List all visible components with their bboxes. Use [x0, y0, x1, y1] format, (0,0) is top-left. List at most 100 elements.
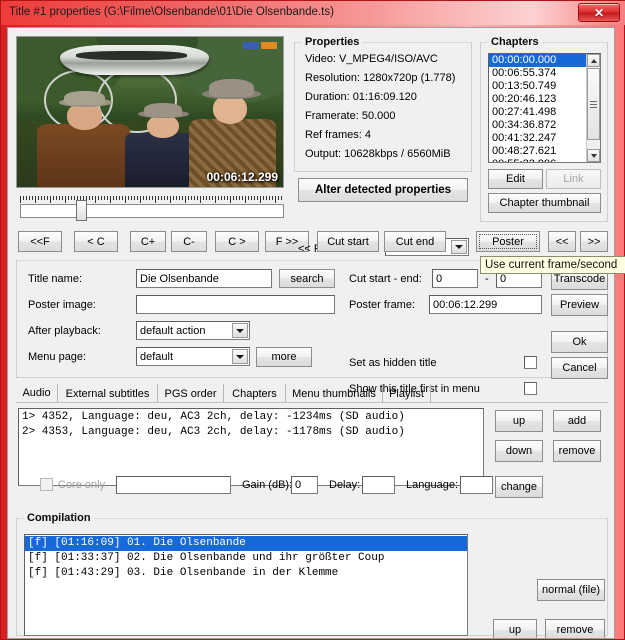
audio-add-button[interactable]: add [553, 410, 601, 432]
compilation-list-item[interactable]: [f] [01:16:09] 01. Die Olsenbande [25, 536, 467, 551]
title-name-input[interactable]: Die Olsenbande [136, 269, 272, 288]
ruler-tick [95, 196, 96, 203]
chevron-down-icon[interactable] [451, 240, 467, 254]
tooltip: Use current frame/second [480, 256, 625, 274]
chapter-list-item[interactable]: 00:34:36.872 [489, 119, 586, 132]
ruler-tick [272, 196, 273, 200]
ruler-tick [197, 196, 198, 200]
tab-strip: Audio External subtitles PGS order Chapters… [16, 384, 608, 403]
transport-button-next-chapter[interactable]: C > [215, 231, 259, 252]
delay-input[interactable] [362, 476, 395, 494]
chapter-edit-button[interactable]: Edit [488, 169, 543, 189]
cut-start-button[interactable]: Cut start [317, 231, 379, 252]
compilation-up-button[interactable]: up [493, 619, 537, 638]
video-preview[interactable]: 00:06:12.299 [16, 36, 284, 188]
ruler-tick [23, 196, 24, 200]
ok-button[interactable]: Ok [551, 331, 608, 353]
transport-button-chapter-remove[interactable]: C- [171, 231, 207, 252]
chapter-list-item[interactable]: 00:20:46.123 [489, 93, 586, 106]
ruler-tick [20, 196, 21, 203]
chapter-list-item[interactable]: 00:55:22.996 [489, 158, 586, 162]
poster-next-button[interactable]: >> [580, 231, 608, 252]
compilation-list-item[interactable]: [f] [01:33:37] 02. Die Olsenbande und ih… [25, 551, 467, 566]
after-playback-combobox[interactable]: default action [136, 321, 250, 340]
transport-button-prev-chapter[interactable]: < C [74, 231, 118, 252]
audio-down-button[interactable]: down [495, 440, 543, 462]
audio-remove-button[interactable]: remove [553, 440, 601, 462]
poster-frame-input[interactable]: 00:06:12.299 [429, 295, 542, 314]
properties-line-video: Video: V_MPEG4/ISO/AVC [305, 53, 438, 65]
chapter-list-item[interactable]: 00:00:00.000 [489, 54, 586, 67]
search-button[interactable]: search [279, 269, 335, 288]
hidden-title-checkbox[interactable] [524, 356, 537, 369]
chapter-list-item[interactable]: 00:13:50.749 [489, 80, 586, 93]
scroll-down-icon[interactable] [587, 149, 600, 162]
cut-start-input[interactable]: 0 [432, 269, 478, 288]
poster-image-input[interactable] [136, 295, 335, 314]
compilation-remove-button[interactable]: remove [545, 619, 605, 638]
hidden-title-label: Set as hidden title [349, 357, 437, 369]
close-icon: ✕ [593, 5, 605, 20]
audio-track-item[interactable]: 1> 4352, Language: deu, AC3 2ch, delay: … [19, 410, 483, 425]
transport-button-rewind-frame[interactable]: <<F [18, 231, 62, 252]
chapters-scrollbar[interactable] [586, 54, 600, 162]
chapters-listbox[interactable]: 00:00:00.000 00:06:55.374 00:13:50.749 00:2… [488, 53, 601, 163]
cut-end-button[interactable]: Cut end [384, 231, 446, 252]
ruler-tick [137, 196, 138, 200]
cancel-button[interactable]: Cancel [551, 357, 608, 379]
tab-external-subtitles[interactable]: External subtitles [58, 384, 158, 403]
chapter-thumbnail-button[interactable]: Chapter thumbnail [488, 193, 601, 213]
ruler-tick [38, 196, 39, 200]
compilation-listbox[interactable]: [f] [01:16:09] 01. Die Olsenbande [f] [01… [24, 534, 468, 636]
ruler-tick [215, 196, 216, 203]
audio-up-button[interactable]: up [495, 410, 543, 432]
chapter-list-item[interactable]: 00:27:41.498 [489, 106, 586, 119]
chapter-list-item[interactable]: 00:48:27.621 [489, 145, 586, 158]
poster-frame-label: Poster frame: [349, 299, 416, 311]
audio-name-input[interactable] [116, 476, 231, 494]
close-button[interactable]: ✕ [578, 3, 620, 22]
scroll-up-icon[interactable] [587, 54, 600, 67]
preview-button[interactable]: Preview [551, 294, 608, 316]
core-only-checkbox [40, 478, 53, 491]
audio-track-item[interactable]: 2> 4353, Language: deu, AC3 2ch, delay: … [19, 425, 483, 440]
ruler-tick [182, 196, 183, 200]
tab-pgs-order[interactable]: PGS order [158, 384, 224, 403]
ruler-tick [176, 196, 177, 200]
audio-tracks-listbox[interactable]: 1> 4352, Language: deu, AC3 2ch, delay: … [18, 408, 484, 486]
poster-button[interactable]: Poster [476, 231, 540, 252]
ruler-tick [92, 196, 93, 200]
properties-line-refframes: Ref frames: 4 [305, 129, 372, 141]
compilation-list-item[interactable]: [f] [01:43:29] 03. Die Olsenbande in der… [25, 566, 467, 581]
audio-language-input[interactable] [460, 476, 493, 494]
video-person-center-hat [144, 103, 183, 117]
alter-detected-properties-button[interactable]: Alter detected properties [298, 178, 468, 202]
ruler-tick [269, 196, 270, 200]
cut-range-separator: - [485, 273, 489, 285]
menu-page-value: default [140, 350, 174, 363]
seek-slider-thumb[interactable] [76, 200, 87, 221]
tab-menu-thumbnails[interactable]: Menu thumbnails [286, 384, 383, 403]
chevron-down-icon[interactable] [232, 349, 248, 364]
compilation-normal-file-button[interactable]: normal (file) [537, 579, 605, 601]
seek-slider-track[interactable] [20, 204, 284, 218]
ruler-tick [134, 196, 135, 200]
title-bar: Title #1 properties (G:\Filme\Olsenbande… [1, 1, 625, 25]
chapters-scrollbar-thumb[interactable] [587, 68, 600, 140]
ruler-tick [164, 196, 165, 200]
gain-input[interactable]: 0 [291, 476, 318, 494]
chapter-list-item[interactable]: 00:41:32.247 [489, 132, 586, 145]
tab-playlist[interactable]: Playlist [383, 384, 431, 403]
menu-page-combobox[interactable]: default [136, 347, 250, 366]
transport-button-chapter-add[interactable]: C+ [130, 231, 166, 252]
poster-prev-button[interactable]: << [548, 231, 576, 252]
ruler-tick [245, 196, 246, 203]
more-button[interactable]: more [256, 347, 312, 367]
chevron-down-icon[interactable] [232, 323, 248, 338]
tab-chapters[interactable]: Chapters [224, 384, 286, 403]
chapter-list-item[interactable]: 00:06:55.374 [489, 67, 586, 80]
ruler-tick [260, 196, 261, 203]
tab-audio[interactable]: Audio [16, 384, 58, 403]
ruler-tick [35, 196, 36, 203]
audio-change-button[interactable]: change [495, 476, 543, 498]
